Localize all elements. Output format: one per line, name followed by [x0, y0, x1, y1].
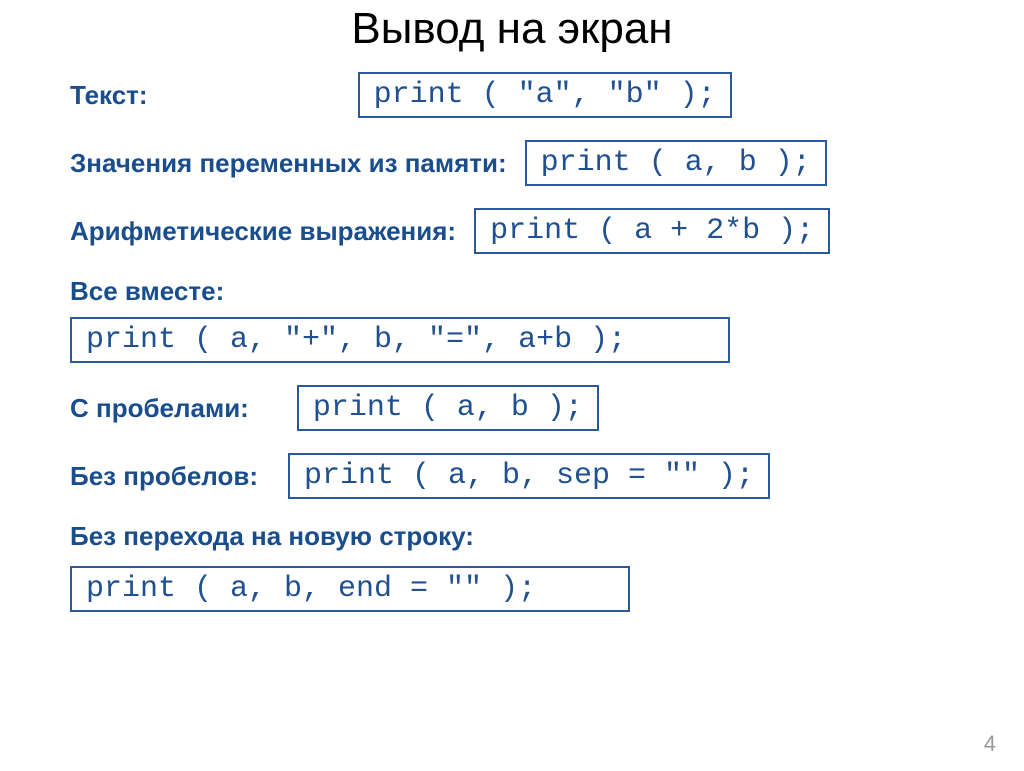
code-expr: print ( a + 2*b ); — [474, 208, 830, 254]
label-nonewline: Без перехода на новую строку: — [70, 521, 964, 552]
row-text: Текст: print ( "a", "b" ); — [70, 72, 964, 118]
code-nospaces: print ( a, b, sep = "" ); — [288, 453, 770, 499]
row-withspaces: С пробелами: print ( a, b ); — [70, 385, 964, 431]
row-nospaces: Без пробелов: print ( a, b, sep = "" ); — [70, 453, 964, 499]
row-nonewline: Без перехода на новую строку: print ( a,… — [70, 521, 964, 612]
code-nonewline: print ( a, b, end = "" ); — [70, 566, 630, 612]
label-expr: Арифметические выражения: — [70, 216, 456, 247]
code-all: print ( a, "+", b, "=", a+b ); — [70, 317, 730, 363]
label-vars: Значения переменных из памяти: — [70, 148, 507, 179]
label-nospaces: Без пробелов: — [70, 461, 258, 492]
code-vars: print ( a, b ); — [525, 140, 827, 186]
row-all: Все вместе: print ( a, "+", b, "=", a+b … — [70, 276, 964, 363]
page-number: 4 — [984, 731, 996, 757]
row-vars: Значения переменных из памяти: print ( a… — [70, 140, 964, 186]
code-text: print ( "a", "b" ); — [358, 72, 732, 118]
label-withspaces: С пробелами: — [70, 393, 249, 424]
row-expr: Арифметические выражения: print ( a + 2*… — [70, 208, 964, 254]
label-all: Все вместе: — [70, 276, 964, 307]
slide-title: Вывод на экран — [0, 4, 1024, 54]
code-withspaces: print ( a, b ); — [297, 385, 599, 431]
label-text: Текст: — [70, 80, 148, 111]
slide-content: Текст: print ( "a", "b" ); Значения пере… — [0, 72, 1024, 612]
